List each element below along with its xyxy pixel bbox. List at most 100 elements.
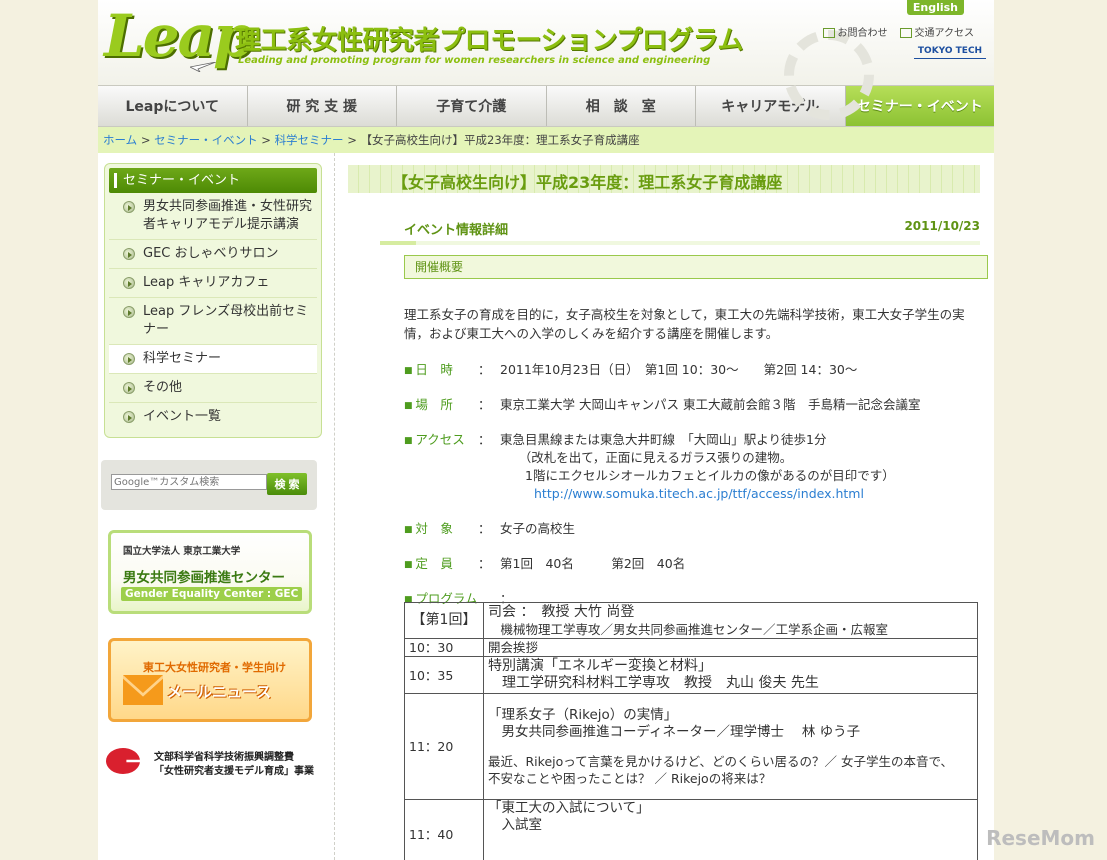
event-header-underline — [380, 241, 980, 245]
detail-label: 場 所 — [404, 396, 453, 415]
detail-datetime: 日 時 ： 2011年10月23日（日） 第1回 10：30〜 第2回 14：3… — [404, 361, 980, 379]
search-input[interactable] — [111, 474, 267, 490]
arrow-bullet-icon — [123, 277, 135, 289]
access-link[interactable]: 交通アクセス — [899, 24, 975, 39]
sidebar-item-label: GEC おしゃべりサロン — [143, 246, 279, 261]
detail-value: 東京工業大学 大岡山キャンパス 東工大蔵前会館３階 手島精一記念会議室 — [500, 397, 921, 412]
search-box: 検 索 — [101, 460, 317, 510]
sidebar-item-career-lecture[interactable]: 男女共同参画推進・女性研究者キャリアモデル提示講演 — [109, 193, 317, 240]
detail-value: 第1回 40名 第2回 40名 — [500, 556, 686, 571]
detail-label: 対 象 — [404, 520, 453, 539]
sidebar-item-friends-seminar[interactable]: Leap フレンズ母校出前セミナー — [109, 298, 317, 345]
access-label: 交通アクセス — [914, 28, 975, 39]
sidebar-item-label: Leap フレンズ母校出前セミナー — [143, 304, 309, 337]
breadcrumb-seminar-event[interactable]: セミナー・イベント — [154, 133, 258, 147]
tokyo-tech-logo[interactable]: TOKYO TECH — [914, 46, 986, 59]
breadcrumb-home[interactable]: ホーム — [103, 133, 137, 147]
program-line: 男女共同参画推進コーディネーター／理学博士 林 ゆう子 — [488, 723, 861, 740]
detail-value: 女子の高校生 — [500, 521, 576, 536]
mext-line1: 文部科学省科学技術振興調整費 — [154, 752, 294, 763]
contact-label: お問合わせ — [837, 28, 888, 39]
mext-logo-icon — [106, 748, 140, 774]
gec-banner-line2: 男女共同参画推進センター — [123, 570, 285, 586]
mail-icon — [822, 28, 835, 38]
page-title-bar: 【女子高校生向け】平成23年度：理工系女子育成講座 — [348, 165, 980, 193]
nav-consultation[interactable]: 相 談 室 — [546, 86, 696, 126]
program-content: 「理系女子（Rikejo）の実情」 男女共同参画推進コーディネーター／理学博士 … — [483, 693, 978, 800]
table-row: 11：40 「東工大の入試について」 入試室 — [404, 799, 978, 860]
page: Leap 理工系女性研究者プロモーションプログラム Leading and pr… — [98, 0, 994, 860]
program-line: 「東工大の入試について」 — [488, 800, 650, 816]
program-content: 開会挨拶 — [483, 638, 978, 657]
gec-banner-line1: 国立大学法人 東京工業大学 — [123, 546, 241, 557]
english-button[interactable]: English — [906, 0, 964, 15]
main-content: 【女子高校生向け】平成23年度：理工系女子育成講座 イベント情報詳細 2011/… — [348, 153, 988, 860]
sidebar-item-label: イベント一覧 — [143, 409, 222, 424]
resemom-watermark: ReseMom — [986, 826, 1095, 850]
breadcrumb-science-seminar[interactable]: 科学セミナー — [275, 133, 344, 147]
gear-decoration-icon — [784, 30, 874, 120]
column-divider — [334, 153, 335, 860]
gec-banner[interactable]: 国立大学法人 東京工業大学 男女共同参画推進センター Gender Equali… — [108, 530, 312, 614]
mail-news-banner[interactable]: 東工大女性研究者・学生向け メールニュース — [108, 638, 312, 722]
paper-plane-icon — [190, 62, 216, 72]
detail-value: 2011年10月23日（日） 第1回 10：30〜 第2回 14：30〜 — [500, 362, 858, 377]
sidebar-item-label: 科学セミナー — [143, 351, 222, 366]
event-detail-label: イベント情報詳細 — [404, 223, 509, 238]
arrow-bullet-icon — [123, 306, 135, 318]
breadcrumb-separator: > — [261, 133, 271, 147]
header-links: お問合わせ 交通アクセス — [822, 24, 975, 39]
leap-logo[interactable]: Leap — [104, 2, 254, 70]
nav-research-support[interactable]: 研 究 支 援 — [247, 86, 397, 126]
site-subtitle: Leading and promoting program for women … — [238, 55, 711, 66]
page-title: 【女子高校生向け】平成23年度：理工系女子育成講座 — [392, 173, 783, 192]
sidebar-menu: セミナー・イベント 男女共同参画推進・女性研究者キャリアモデル提示講演 GEC … — [104, 163, 322, 438]
access-map-link[interactable]: http://www.somuka.titech.ac.jp/ttf/acces… — [534, 486, 864, 501]
nav-about[interactable]: Leapについて — [98, 86, 248, 126]
detail-place: 場 所 ： 東京工業大学 大岡山キャンパス 東工大蔵前会館３階 手島精一記念会議… — [404, 396, 980, 414]
program-line: 司会 ： 教授 大竹 尚登 — [488, 603, 635, 620]
program-content: 司会 ： 教授 大竹 尚登 機械物理工学専攻／男女共同参画推進センター／工学系企… — [483, 602, 978, 639]
program-time: 11：20 — [404, 693, 484, 800]
sidebar-item-science-seminar[interactable]: 科学セミナー — [109, 345, 317, 374]
detail-label: 日 時 — [404, 361, 453, 380]
detail-value: 1階にエクセルシオールカフェとイルカの像があるのが目印です） — [500, 468, 895, 483]
program-line: 理工学研究科材料工学専攻 教授 丸山 俊夫 先生 — [488, 675, 819, 691]
contact-link[interactable]: お問合わせ — [822, 24, 888, 39]
overview-heading: 開催概要 — [404, 255, 988, 279]
program-line: 不安なことや困ったことは？ ／ Rikejoの将来は？ — [488, 770, 772, 786]
arrow-bullet-icon — [123, 201, 135, 213]
program-line: 入試室 — [488, 817, 542, 833]
nav-childcare[interactable]: 子育て介護 — [397, 86, 547, 126]
mext-logo-block[interactable]: 文部科学省科学技術振興調整費 「女性研究者支援モデル育成」事業 — [106, 746, 334, 778]
sidebar-item-label: その他 — [143, 380, 183, 395]
program-time: 11：40 — [404, 799, 484, 860]
detail-capacity: 定 員 ： 第1回 40名 第2回 40名 — [404, 555, 980, 573]
mail-banner-line1: 東工大女性研究者・学生向け — [143, 661, 286, 674]
event-date: 2011/10/23 — [904, 219, 980, 233]
detail-target: 対 象 ： 女子の高校生 — [404, 520, 980, 538]
program-time: 【第1回】 — [404, 602, 484, 639]
mail-banner-line2: メールニュース — [167, 683, 272, 701]
detail-value: 東急目黒線または東急大井町線 「大岡山」駅より徒歩1分 — [500, 432, 827, 447]
detail-access: アクセス ： 東急目黒線または東急大井町線 「大岡山」駅より徒歩1分 （改札を出… — [404, 431, 980, 503]
breadcrumb-current: 【女子高校生向け】平成23年度：理工系女子育成講座 — [360, 133, 640, 147]
table-row: 【第1回】 司会 ： 教授 大竹 尚登 機械物理工学専攻／男女共同参画推進センタ… — [404, 602, 978, 639]
sidebar-item-gec-salon[interactable]: GEC おしゃべりサロン — [109, 240, 317, 269]
arrow-bullet-icon — [123, 248, 135, 260]
program-line: 特別講演「エネルギー変換と材料」 — [488, 658, 712, 674]
sidebar-item-event-list[interactable]: イベント一覧 — [109, 403, 317, 431]
search-button[interactable]: 検 索 — [267, 473, 307, 495]
program-line: 開会挨拶 — [488, 640, 539, 655]
program-time: 10：35 — [404, 656, 484, 694]
table-row: 10：35 特別講演「エネルギー変換と材料」 理工学研究科材料工学専攻 教授 丸… — [404, 656, 978, 694]
program-line: 「理系女子（Rikejo）の実情」 — [488, 706, 678, 723]
sidebar-item-label: Leap キャリアカフェ — [143, 275, 270, 290]
program-content: 特別講演「エネルギー変換と材料」 理工学研究科材料工学専攻 教授 丸山 俊夫 先… — [483, 656, 978, 694]
sidebar-item-label: 男女共同参画推進・女性研究者キャリアモデル提示講演 — [143, 199, 313, 232]
sidebar-item-career-cafe[interactable]: Leap キャリアカフェ — [109, 269, 317, 298]
event-detail-header: イベント情報詳細 2011/10/23 — [380, 219, 980, 241]
breadcrumb: ホーム > セミナー・イベント > 科学セミナー > 【女子高校生向け】平成23… — [98, 127, 994, 153]
sidebar-item-other[interactable]: その他 — [109, 374, 317, 403]
site-title: 理工系女性研究者プロモーションプログラム — [235, 26, 743, 56]
